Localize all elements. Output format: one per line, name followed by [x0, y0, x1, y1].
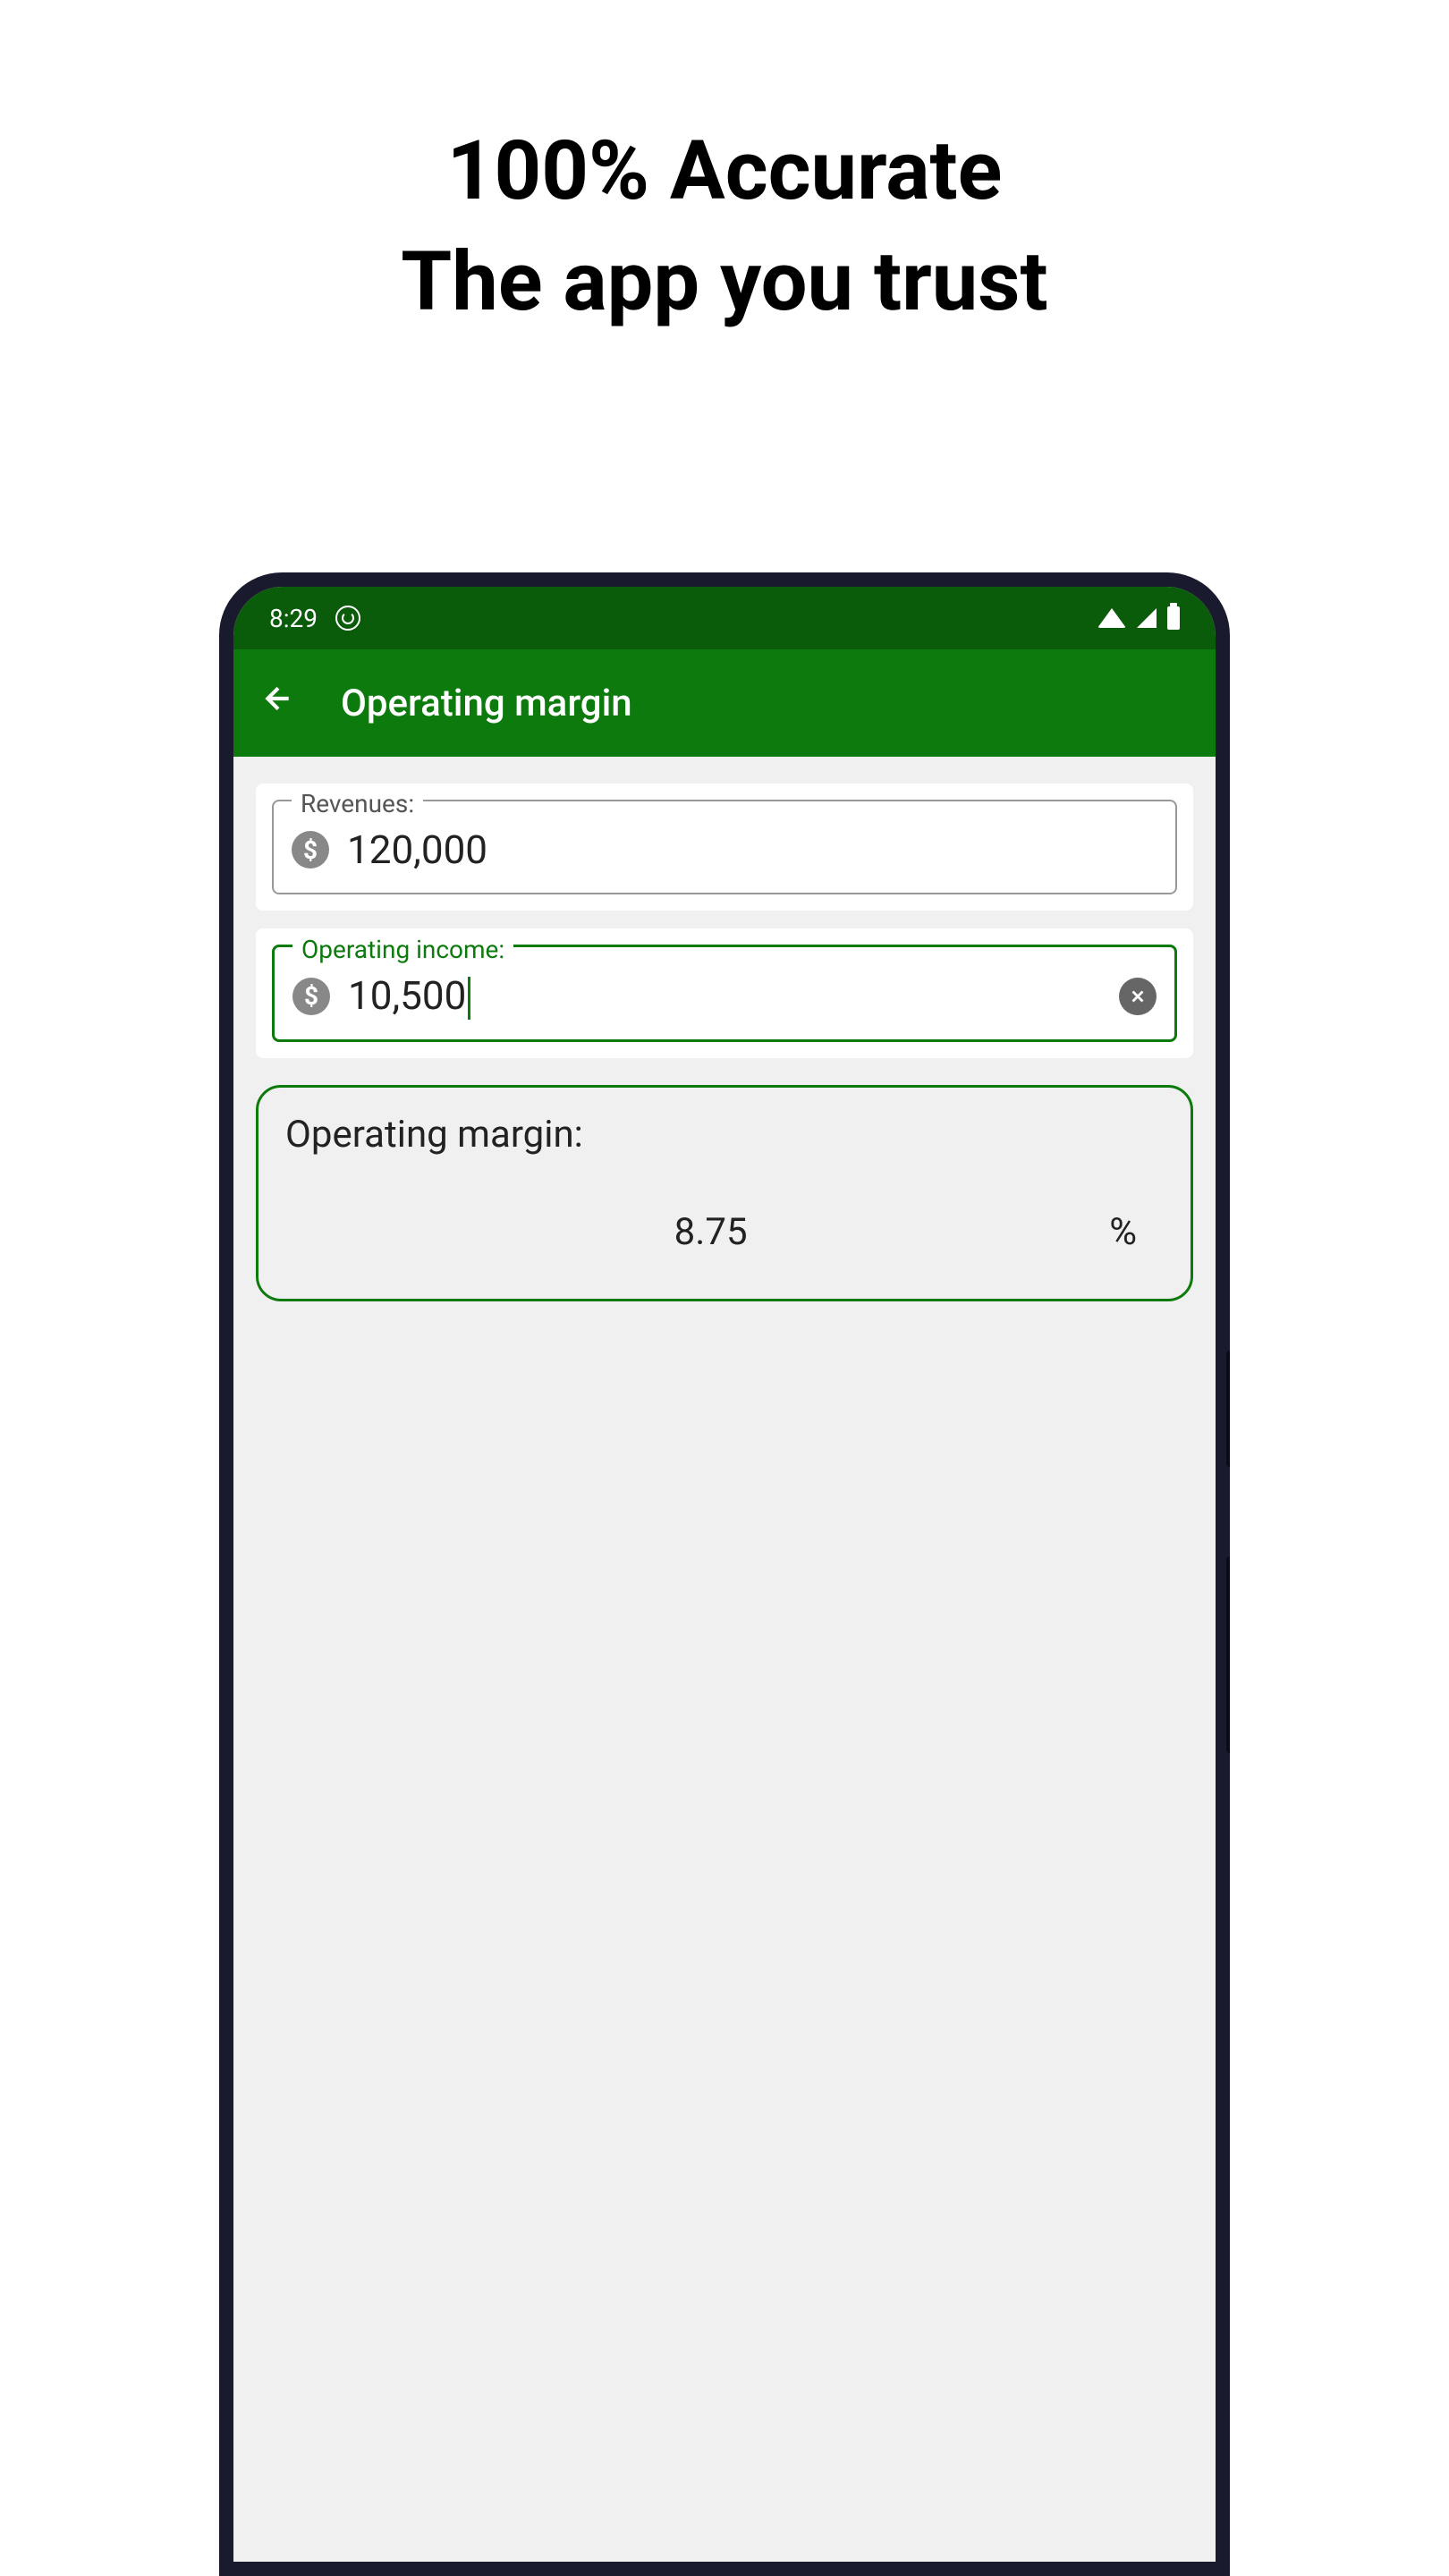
sync-icon — [335, 606, 360, 631]
signal-icon — [1137, 608, 1157, 628]
revenues-label: Revenues: — [292, 789, 423, 818]
app-bar: Operating margin — [233, 649, 1216, 757]
result-label: Operating margin: — [285, 1113, 1164, 1157]
battery-icon — [1167, 606, 1180, 630]
back-button[interactable] — [260, 681, 296, 726]
phone-volume-button — [1226, 1556, 1230, 1753]
text-cursor — [468, 977, 470, 1020]
operating-income-value: 10,500 — [348, 972, 1101, 1020]
operating-income-field[interactable]: Operating income: $ 10,500 — [272, 945, 1177, 1042]
revenues-value: 120,000 — [347, 826, 1157, 873]
phone-screen: 8:29 Operating margin Revenues: — [233, 587, 1216, 2562]
wifi-icon — [1097, 608, 1126, 628]
result-card: Operating margin: 8.75 % — [256, 1085, 1193, 1301]
clear-button[interactable] — [1119, 978, 1157, 1015]
promo-headline: 100% Accurate The app you trust — [0, 0, 1449, 338]
status-bar-right — [1097, 606, 1180, 630]
operating-income-label: Operating income: — [292, 935, 513, 964]
result-unit: % — [1109, 1210, 1137, 1254]
promo-line1: 100% Accurate — [0, 116, 1449, 227]
result-value: 8.75 — [312, 1210, 1109, 1254]
content-area: Revenues: $ 120,000 Operating income: $ … — [233, 757, 1216, 1328]
status-bar-left: 8:29 — [269, 604, 360, 633]
dollar-icon: $ — [292, 831, 329, 869]
result-row: 8.75 % — [285, 1210, 1164, 1254]
status-bar: 8:29 — [233, 587, 1216, 649]
operating-income-card: Operating income: $ 10,500 — [256, 928, 1193, 1058]
revenues-card: Revenues: $ 120,000 — [256, 784, 1193, 911]
promo-line2: The app you trust — [0, 227, 1449, 338]
app-title: Operating margin — [341, 682, 632, 725]
phone-frame: 8:29 Operating margin Revenues: — [219, 572, 1230, 2576]
revenues-field[interactable]: Revenues: $ 120,000 — [272, 800, 1177, 894]
phone-power-button — [1226, 1351, 1230, 1467]
status-time: 8:29 — [269, 604, 318, 633]
dollar-icon: $ — [292, 978, 330, 1015]
